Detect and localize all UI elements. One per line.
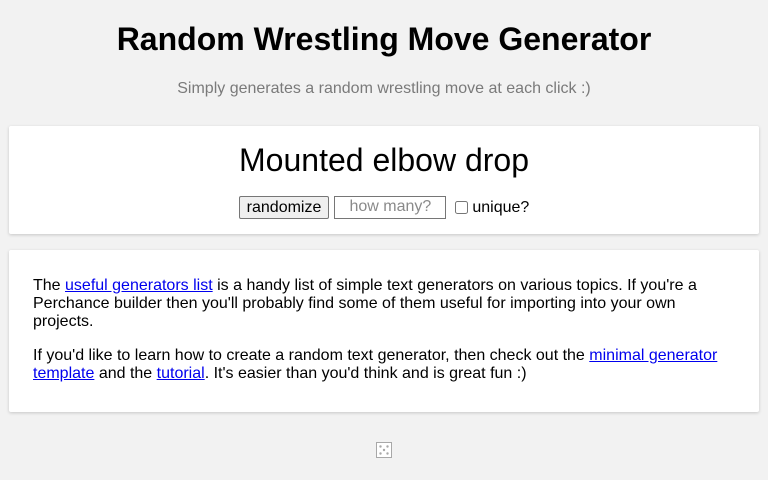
generated-move: Mounted elbow drop: [239, 142, 529, 178]
randomize-button[interactable]: randomize: [238, 195, 330, 219]
info-text: . It's easier than you'd think and is gr…: [204, 365, 527, 382]
generator-controls: randomize unique?: [9, 195, 759, 219]
unique-label[interactable]: unique?: [472, 198, 529, 217]
how-many-input[interactable]: [334, 195, 447, 219]
info-paragraph-2: If you'd like to learn how to create a r…: [33, 347, 735, 383]
info-text: and the: [94, 365, 157, 382]
dice-icon[interactable]: [376, 442, 392, 458]
info-text: The: [33, 277, 66, 294]
info-paragraph-1: The useful generators list is a handy li…: [33, 277, 735, 331]
page-subtitle: Simply generates a random wrestling move…: [177, 80, 591, 97]
tutorial-link[interactable]: tutorial: [157, 365, 205, 382]
info-card: The useful generators list is a handy li…: [9, 250, 759, 412]
unique-checkbox[interactable]: [455, 200, 469, 214]
useful-generators-link[interactable]: useful generators list: [65, 277, 213, 294]
info-text: If you'd like to learn how to create a r…: [33, 347, 590, 364]
page-title: Random Wrestling Move Generator: [116, 21, 652, 57]
generator-card: Mounted elbow drop randomize unique?: [9, 126, 759, 234]
